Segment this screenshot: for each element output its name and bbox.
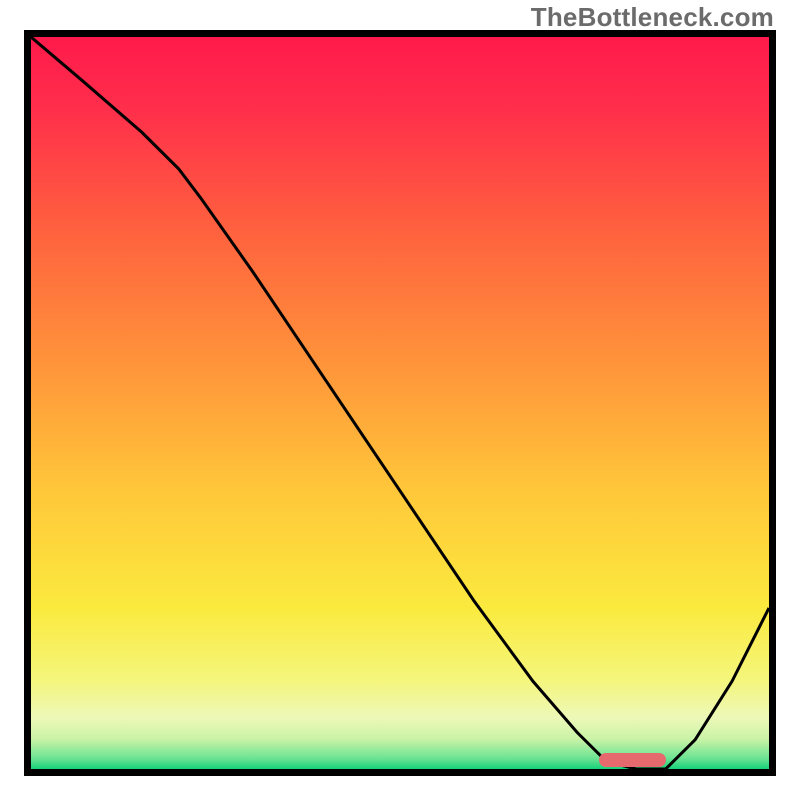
optimal-range-marker [599, 753, 665, 767]
chart-area [24, 30, 776, 776]
watermark-text: TheBottleneck.com [531, 2, 774, 33]
bottleneck-curve [31, 37, 769, 769]
